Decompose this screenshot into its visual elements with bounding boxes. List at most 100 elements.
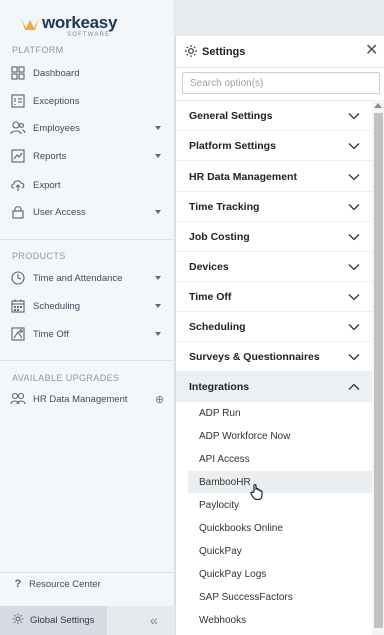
section-label: Platform Settings (189, 139, 276, 152)
reports-icon (10, 148, 26, 164)
scrollbar-thumb[interactable] (374, 113, 383, 628)
chevron-down-icon (348, 264, 360, 271)
sidebar-item-export[interactable]: Export (0, 171, 175, 199)
settings-title: Settings (202, 45, 246, 58)
settings-section-surveys-questionnaires[interactable]: Surveys & Questionnaires (176, 342, 372, 372)
chevron-down-icon (348, 354, 360, 361)
integration-item-adp-run[interactable]: ADP Run (176, 402, 372, 424)
logo-crown-icon (21, 18, 39, 30)
scrollbar[interactable] (372, 100, 384, 635)
settings-section-hr-data-management[interactable]: HR Data Management (176, 162, 372, 192)
sidebar-divider (0, 239, 175, 240)
time-off-icon (10, 326, 26, 342)
integration-label: Paylocity (199, 499, 240, 511)
settings-section-job-costing[interactable]: Job Costing (176, 222, 372, 252)
integration-item-quickbooks-online[interactable]: Quickbooks Online (176, 517, 372, 539)
chevron-up-icon (348, 383, 360, 390)
chevron-down-icon (348, 234, 360, 241)
section-label: Time Off (189, 290, 232, 303)
chevron-down-icon (155, 276, 161, 280)
integration-label: Webhooks (199, 614, 247, 626)
sidebar-item-resource-center[interactable]: ? Resource Center (0, 570, 175, 598)
exceptions-icon (10, 93, 26, 109)
settings-section-platform-settings[interactable]: Platform Settings (176, 131, 372, 161)
integration-item-bamboohr[interactable]: BambooHR (188, 471, 372, 493)
integration-item-quickpay-logs[interactable]: QuickPay Logs (176, 563, 372, 585)
settings-section-time-tracking[interactable]: Time Tracking (176, 192, 372, 222)
sidebar-item-label: User Access (33, 206, 86, 218)
chevron-down-icon (155, 210, 161, 214)
integration-item-paylocity[interactable]: Paylocity (176, 494, 372, 516)
sidebar-divider (0, 360, 175, 361)
add-circle-icon[interactable]: ⊕ (155, 393, 164, 406)
sidebar-item-scheduling[interactable]: Scheduling (0, 292, 175, 320)
settings-section-scheduling[interactable]: Scheduling (176, 312, 372, 342)
chevron-down-icon (348, 204, 360, 211)
section-label: Integrations (189, 380, 250, 393)
sidebar: workeasy SOFTWARE PLATFORM Dashboard Exc… (0, 0, 175, 635)
integration-item-quickpay[interactable]: QuickPay (176, 540, 372, 562)
chevron-down-icon (155, 304, 161, 308)
integration-label: API Access (199, 453, 250, 465)
workeasy-logo[interactable]: workeasy SOFTWARE (20, 10, 117, 38)
export-icon (10, 177, 26, 193)
settings-section-time-off[interactable]: Time Off (176, 282, 372, 312)
integration-label: SAP SuccessFactors (199, 591, 293, 603)
platform-heading: PLATFORM (12, 45, 64, 55)
sidebar-item-time-off[interactable]: Time Off (0, 320, 175, 348)
collapse-sidebar-icon[interactable]: « (150, 612, 158, 628)
integration-item-adp-workforce-now[interactable]: ADP Workforce Now (176, 425, 372, 447)
sidebar-item-time-and-attendance[interactable]: Time and Attendance (0, 264, 175, 292)
dashboard-icon (10, 65, 26, 81)
chevron-down-icon (348, 294, 360, 301)
sidebar-item-hr-data-management[interactable]: HR Data Management ⊕ (0, 385, 175, 413)
people-icon (10, 391, 26, 407)
sidebar-item-exceptions[interactable]: Exceptions (0, 87, 175, 115)
close-icon[interactable]: ✕ (365, 43, 378, 59)
section-label: General Settings (189, 109, 273, 122)
sidebar-item-label: Time and Attendance (33, 272, 123, 284)
sidebar-item-label: Scheduling (33, 300, 81, 312)
sidebar-item-label: HR Data Management (33, 393, 128, 405)
settings-header: Settings ✕ (176, 36, 384, 68)
sidebar-item-global-settings[interactable]: Global Settings (0, 606, 107, 635)
chevron-down-icon (348, 174, 360, 181)
chevron-down-icon (348, 324, 360, 331)
integration-item-api-access[interactable]: API Access (176, 448, 372, 470)
sidebar-item-label: Dashboard (33, 67, 80, 79)
scroll-up-arrow-icon[interactable] (374, 103, 382, 108)
sidebar-item-label: Employees (33, 122, 80, 134)
integration-label: QuickPay Logs (199, 568, 267, 580)
lock-icon (10, 204, 26, 220)
integration-label: ADP Run (199, 407, 241, 419)
section-label: Scheduling (189, 320, 246, 333)
section-label: HR Data Management (189, 170, 297, 183)
clock-icon (10, 270, 26, 286)
section-label: Job Costing (189, 230, 250, 243)
section-label: Time Tracking (189, 200, 260, 213)
integration-label: ADP Workforce Now (199, 430, 291, 442)
sidebar-item-label: Reports (33, 150, 67, 162)
integration-label: Quickbooks Online (199, 522, 283, 534)
sidebar-item-label: Time Off (33, 328, 69, 340)
sidebar-item-employees[interactable]: Employees (0, 114, 175, 142)
chevron-down-icon (348, 113, 360, 120)
brand-tagline: SOFTWARE (67, 32, 111, 38)
sidebar-item-reports[interactable]: Reports (0, 142, 175, 170)
integration-item-sap-successfactors[interactable]: SAP SuccessFactors (176, 586, 372, 608)
sidebar-item-label: Export (33, 179, 61, 191)
integration-item-webhooks[interactable]: Webhooks (176, 609, 372, 631)
search-input[interactable] (182, 72, 380, 94)
settings-section-devices[interactable]: Devices (176, 252, 372, 282)
chevron-down-icon (155, 332, 161, 336)
sidebar-item-user-access[interactable]: User Access (0, 198, 175, 226)
sidebar-item-label: Exceptions (33, 95, 80, 107)
settings-section-general-settings[interactable]: General Settings (176, 101, 372, 131)
chevron-down-icon (155, 126, 161, 130)
chevron-down-icon (155, 154, 161, 158)
gear-icon (184, 44, 198, 63)
settings-section-integrations[interactable]: Integrations (176, 372, 372, 402)
sidebar-item-dashboard[interactable]: Dashboard (0, 59, 175, 87)
employees-icon (10, 120, 26, 136)
sidebar-item-label: Global Settings (30, 615, 95, 626)
